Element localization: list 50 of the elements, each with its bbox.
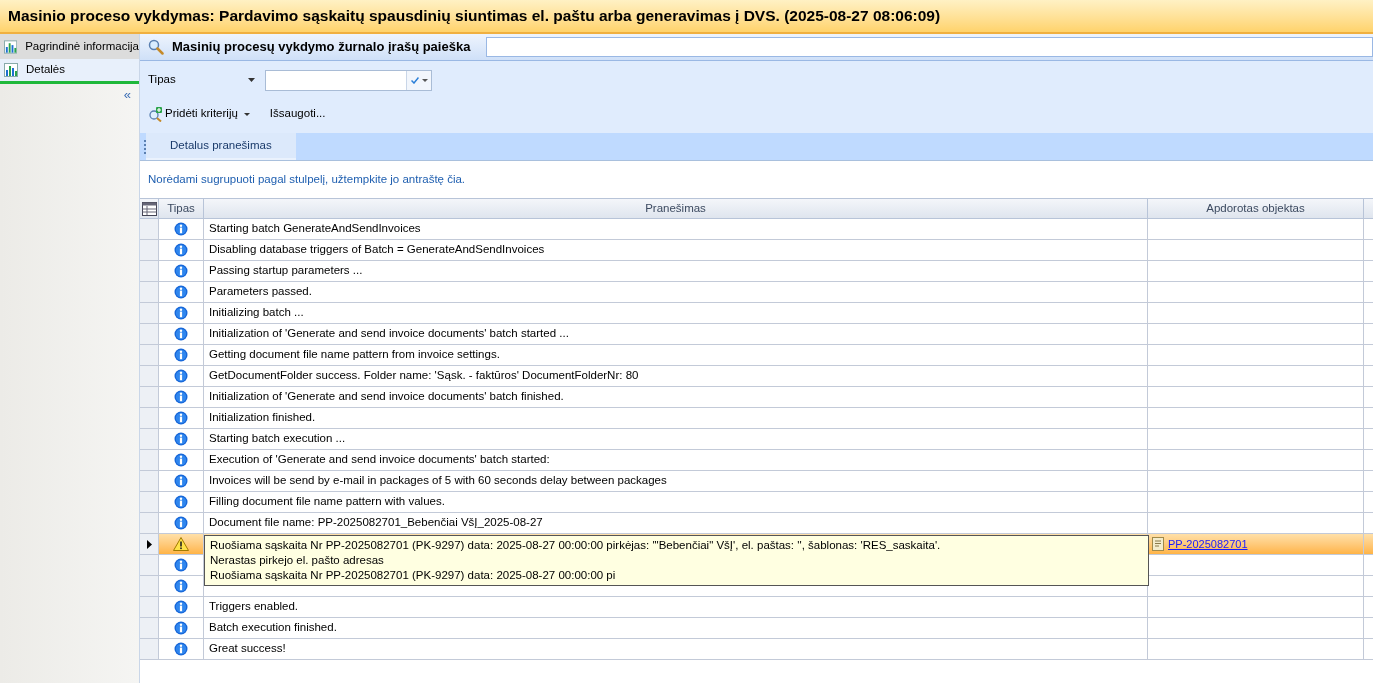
message-cell: Initialization of 'Generate and send invoice documents' batch finished. <box>204 387 1148 407</box>
save-button[interactable]: Išsaugoti... <box>269 105 326 123</box>
tooltip-text: Ruošiama sąskaita Nr PP-2025082701 (PK-9297) data: 2025-08-27 00:00:00 pirkėjas: '"Bebenčiai" VšĮ', el. paštas: '', šablonas: 'RES_saskaita'. <box>210 538 942 553</box>
filter-label: Tipas <box>148 72 177 88</box>
collapse-button[interactable]: « <box>123 88 131 101</box>
object-link[interactable]: PP-2025082701 <box>1168 535 1248 553</box>
row-pointer-icon <box>146 539 152 549</box>
message-cell: GetDocumentFolder success. Folder name: 'Sąsk. - faktūros' DocumentFolderNr: 80 <box>204 366 1148 386</box>
message-cell: Batch execution finished. <box>204 618 1148 638</box>
message-cell: Initialization of 'Generate and send invoice documents' batch started ... <box>204 324 1148 344</box>
message-cell: Disabling database triggers of Batch = GenerateAndSendInvoices <box>204 240 1148 260</box>
table-cell <box>1364 534 1373 554</box>
column-header[interactable]: Tipas <box>159 199 204 218</box>
message-cell: Great success! <box>204 639 1148 659</box>
search-field[interactable] <box>486 37 1373 57</box>
caret-icon <box>421 78 428 82</box>
bar-chart-icon <box>4 39 18 54</box>
message-cell: Getting document file name pattern from invoice settings. <box>204 345 1148 365</box>
message-cell: Filling document file name pattern with values. <box>204 492 1148 512</box>
caret-icon[interactable] <box>248 78 255 82</box>
document-icon <box>1152 537 1164 551</box>
column-header[interactable]: Pranešimas <box>204 199 1148 218</box>
message-cell: Triggers enabled. <box>204 597 1148 617</box>
group-hint: Norėdami sugrupuoti pagal stulpelį, užtempkite jo antraštę čia. <box>148 171 466 187</box>
sidebar-item[interactable]: Detalės <box>0 59 139 84</box>
window-title: Masinio proceso vykdymas: Pardavimo sąskaitų spausdinių siuntimas el. paštu arba generavimas į DVS. (2025-08-27 08:06:09) <box>8 6 941 27</box>
message-cell: Document file name: PP-2025082701_Bebenčiai VšĮ_2025-08-27 <box>204 513 1148 533</box>
message-cell: Starting batch execution ... <box>204 429 1148 449</box>
row-selector[interactable] <box>140 534 159 554</box>
message-cell: Parameters passed. <box>204 282 1148 302</box>
search-icon <box>148 39 164 55</box>
add-criteria-button[interactable]: Pridėti kriterijų <box>148 105 250 123</box>
panel-title: Masinių procesų vykdymo žurnalo įrašų paieška <box>172 38 471 57</box>
search-add-icon <box>148 106 163 122</box>
bar-chart-icon <box>4 63 18 77</box>
message-cell: Execution of 'Generate and send invoice documents' batch started: <box>204 450 1148 470</box>
combo-box[interactable] <box>265 69 432 91</box>
tooltip-text: Ruošiama sąskaita Nr PP-2025082701 (PK-9297) data: 2025-08-27 00:00:00 pi <box>210 568 617 583</box>
tab[interactable]: Detalus pranešimas <box>146 133 296 160</box>
column-header[interactable]: Apdorotas objektas <box>1148 199 1364 218</box>
sidebar-item[interactable]: Pagrindinė informacija <box>0 34 139 59</box>
message-cell: Invoices will be send by e-mail in packages of 5 with 60 seconds delay between packages <box>204 471 1148 491</box>
message-cell: Passing startup parameters ... <box>204 261 1148 281</box>
message-cell: Initializing batch ... <box>204 303 1148 323</box>
message-cell: Initialization finished. <box>204 408 1148 428</box>
message-cell: Starting batch GenerateAndSendInvoices <box>204 219 1148 239</box>
tooltip-text: Nerastas pirkejo el. pašto adresas <box>210 553 385 568</box>
caret-icon <box>243 112 250 116</box>
column-chooser-icon[interactable] <box>141 201 157 216</box>
check-icon <box>410 76 419 84</box>
